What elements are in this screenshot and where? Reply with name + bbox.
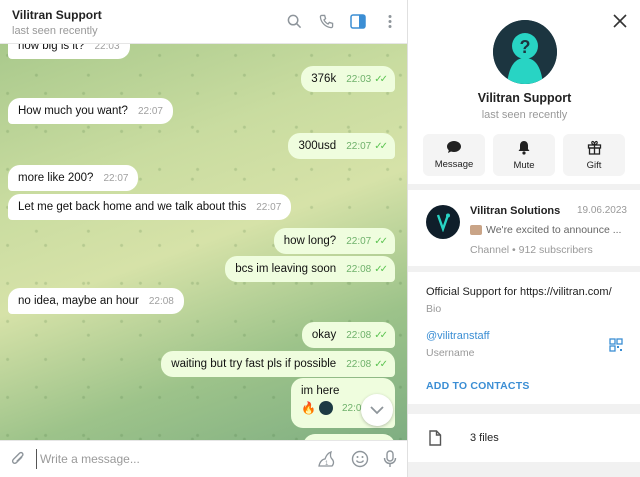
mute-button-label: Mute — [513, 159, 535, 171]
username-value[interactable]: @vilitranstaff — [426, 330, 490, 342]
message-text: okay — [311, 329, 337, 341]
chat-header[interactable]: Vilitran Support last seen recently — [0, 0, 407, 44]
fire-emoji-icon: 🔥 — [301, 401, 316, 415]
chat-title[interactable]: Vilitran Support — [12, 8, 102, 22]
preview-thumbnail — [470, 225, 482, 236]
microphone-icon[interactable] — [383, 450, 397, 471]
mute-button[interactable]: Mute — [493, 134, 555, 176]
message-outgoing[interactable]: bcs im leaving soon 22:08 ✓✓ — [225, 256, 395, 282]
linked-channel-card: Vilitran Solutions 19.06.2023 We're exci… — [408, 190, 640, 266]
message-outgoing[interactable]: 300usd 22:07 ✓✓ — [288, 133, 395, 159]
profile-panel: ? Vilitran Support last seen recently Me… — [407, 0, 640, 477]
message-composer: 1 — [0, 440, 407, 477]
scroll-to-bottom-button[interactable] — [361, 394, 393, 426]
message-time: 22:03 — [94, 44, 120, 52]
message-incoming[interactable]: more like 200? 22:07 — [8, 165, 139, 191]
profile-status: last seen recently — [481, 109, 568, 121]
paperclip-icon[interactable] — [10, 450, 26, 471]
message-text: im here — [301, 385, 340, 397]
emoji-icon[interactable] — [351, 450, 369, 471]
message-list[interactable]: how big is it? 22:03 376k 22:03 ✓✓ How much… — [0, 44, 407, 440]
boost-icon[interactable]: 1 — [317, 450, 337, 471]
channel-name: Vilitran Solutions — [470, 205, 561, 217]
message-incoming[interactable]: How much you want? 22:07 — [8, 98, 173, 124]
message-incoming[interactable]: Let me get back home and we talk about t… — [8, 194, 292, 220]
file-icon — [429, 430, 442, 446]
message-time: 22:07 — [137, 106, 163, 117]
more-options-icon[interactable] — [381, 12, 399, 30]
message-text: more like 200? — [18, 172, 94, 184]
channel-meta: Channel • 912 subscribers — [470, 244, 593, 256]
message-text: waiting but try fast pls if possible — [171, 358, 337, 370]
message-text: bcs im leaving soon — [235, 263, 337, 275]
gift-button[interactable]: Gift — [563, 134, 625, 176]
message-time: 22:0 — [341, 402, 362, 414]
message-text: Let me get back home and we talk about t… — [18, 201, 247, 213]
double-check-icon: ✓✓ — [374, 74, 388, 85]
message-text: how big is it? — [18, 44, 85, 52]
message-button[interactable]: Message — [423, 134, 485, 176]
sidebar-toggle-icon[interactable] — [349, 12, 367, 30]
message-outgoing[interactable]: how long? 22:07 ✓✓ — [273, 228, 395, 254]
chat-pane: Vilitran Support last seen recently how … — [0, 0, 407, 477]
channel-date: 19.06.2023 — [576, 205, 627, 216]
reactor-avatar — [318, 401, 333, 415]
message-outgoing[interactable]: waiting but try fast pls if possible 22:0… — [161, 351, 395, 377]
message-time: 22:08 — [148, 296, 174, 307]
double-check-icon: ✓✓ — [374, 330, 388, 341]
bio-text[interactable]: Official Support for https://vilitran.co… — [426, 286, 612, 298]
message-time: 22:07 — [346, 141, 372, 152]
bell-icon — [518, 140, 530, 155]
bio-label: Bio — [426, 303, 442, 315]
add-to-contacts-button[interactable]: ADD TO CONTACTS — [426, 380, 530, 392]
message-incoming[interactable]: how big is it? 22:03 — [8, 44, 130, 59]
profile-card: ? Vilitran Support last seen recently Me… — [408, 0, 640, 184]
message-outgoing[interactable]: okay 22:08 ✓✓ — [301, 322, 395, 348]
gift-icon — [587, 140, 601, 155]
message-time: 22:07 — [103, 173, 129, 184]
chat-bubble-icon — [447, 141, 461, 153]
files-count: 3 files — [470, 432, 499, 444]
channel-avatar — [426, 205, 460, 239]
double-check-icon: ✓✓ — [374, 359, 388, 370]
message-text: how long? — [283, 235, 337, 247]
message-text: 300usd — [298, 140, 337, 152]
qr-code-icon[interactable] — [609, 338, 623, 352]
search-icon[interactable] — [285, 12, 303, 30]
message-time: 22:08 — [346, 264, 372, 275]
chevron-down-icon — [370, 405, 384, 414]
close-icon[interactable] — [613, 14, 627, 28]
username-label: Username — [426, 347, 475, 359]
message-time: 22:08 — [346, 330, 372, 341]
message-time: 22:07 — [346, 236, 372, 247]
info-card: Official Support for https://vilitran.co… — [408, 272, 640, 404]
channel-preview-text: We're excited to announce ... — [486, 224, 622, 236]
double-check-icon: ✓✓ — [374, 141, 388, 152]
message-text: How much you want? — [18, 105, 128, 117]
message-button-label: Message — [434, 159, 474, 170]
svg-text:?: ? — [520, 37, 531, 57]
vilitran-logo-icon — [436, 213, 450, 232]
message-text: no idea, maybe an hour — [18, 295, 139, 307]
channel-preview: We're excited to announce ... — [470, 224, 630, 236]
double-check-icon: ✓✓ — [374, 236, 388, 247]
phone-icon[interactable] — [317, 12, 335, 30]
message-time: 22:07 — [256, 202, 282, 213]
message-incoming[interactable]: no idea, maybe an hour 22:08 — [8, 288, 184, 314]
message-time: 22:03 — [346, 74, 372, 85]
chat-status: last seen recently — [12, 25, 98, 37]
linked-channel-row[interactable]: Vilitran Solutions 19.06.2023 We're exci… — [408, 190, 640, 266]
message-text: 376k — [311, 73, 337, 85]
double-check-icon: ✓✓ — [374, 264, 388, 275]
message-outgoing[interactable]: 376k 22:03 ✓✓ — [301, 66, 395, 92]
gift-button-label: Gift — [586, 159, 602, 171]
message-input[interactable] — [36, 449, 286, 469]
message-time: 22:08 — [346, 359, 372, 370]
shared-files-row[interactable]: 3 files — [408, 414, 640, 462]
profile-name: Vilitran Support — [477, 91, 572, 105]
profile-avatar[interactable]: ? — [493, 20, 557, 84]
